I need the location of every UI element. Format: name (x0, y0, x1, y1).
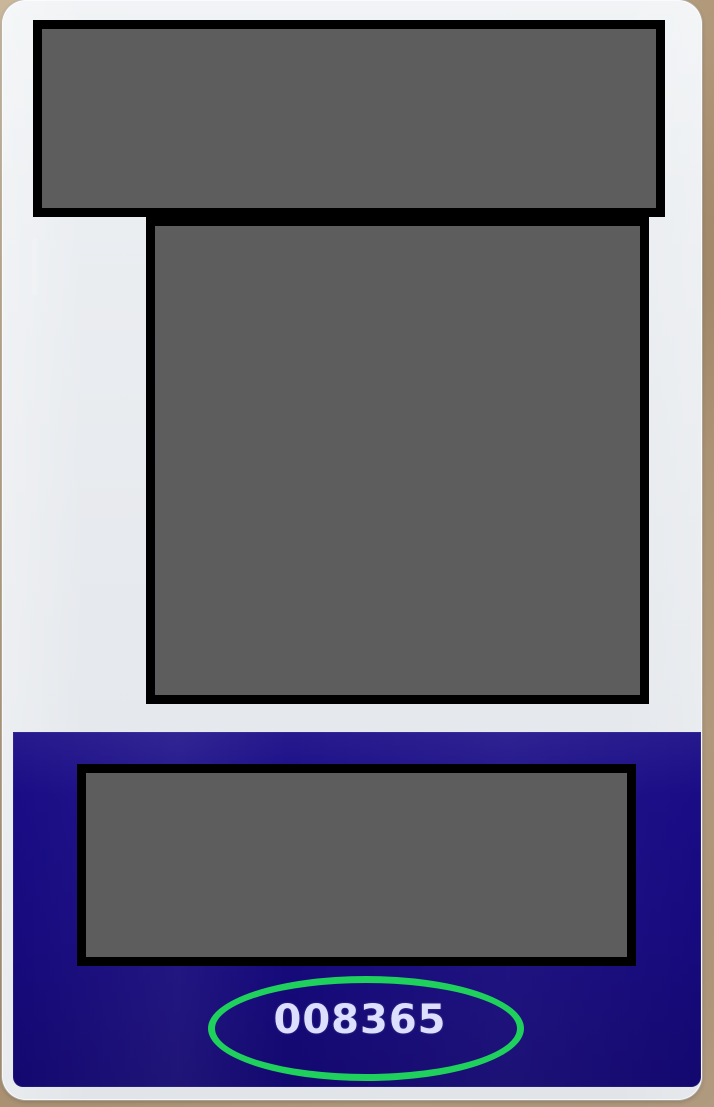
serial-number: 008365 (273, 997, 447, 1043)
id-card: 008365 (2, 0, 702, 1100)
bottom-redaction-box (77, 764, 636, 966)
top-redaction-box (33, 20, 665, 217)
photo-redaction-box (146, 217, 649, 704)
card-scratch (32, 238, 38, 296)
